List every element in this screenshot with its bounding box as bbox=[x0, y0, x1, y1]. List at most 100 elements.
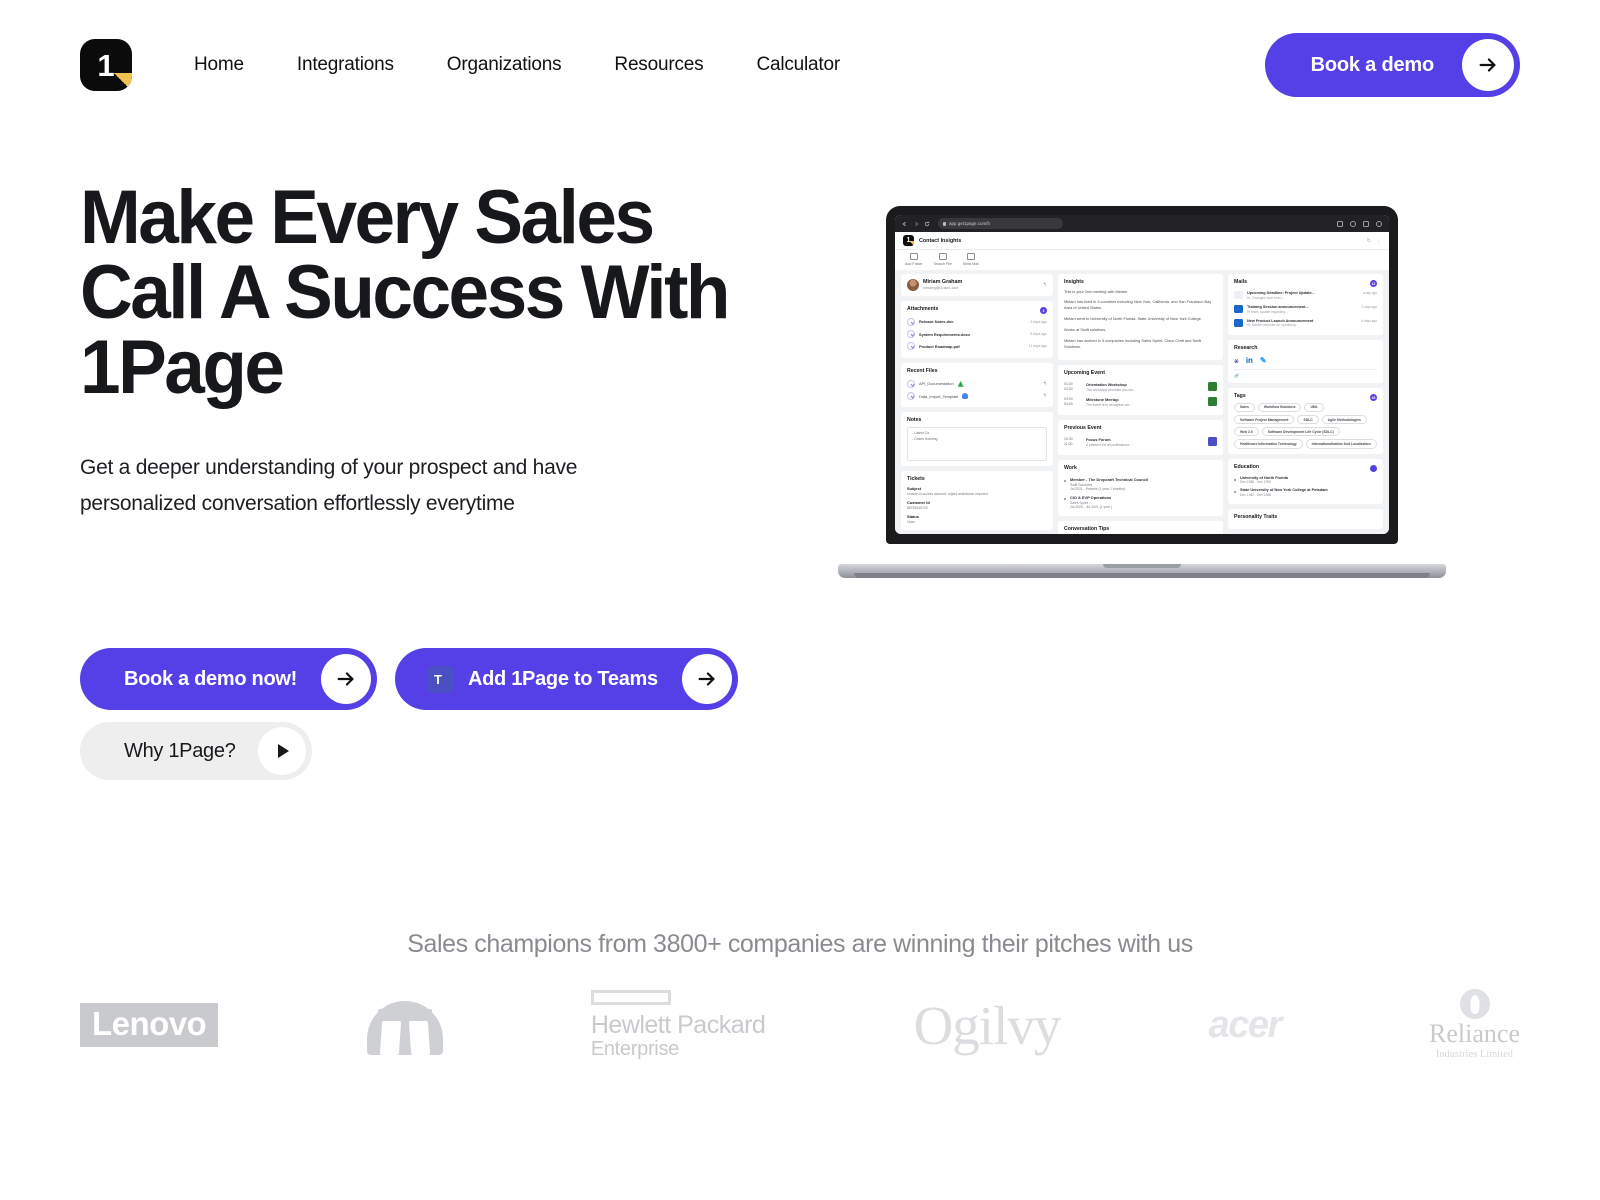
status-label: Status bbox=[907, 513, 919, 519]
tags-badge: 43 bbox=[1370, 394, 1377, 402]
search-file-tool[interactable]: Search File bbox=[934, 253, 952, 266]
app-title: Contact Insights bbox=[919, 237, 962, 244]
tag-chip[interactable]: Agile Methodologies bbox=[1321, 415, 1367, 425]
tag-chip[interactable]: Healthcare Information Technology bbox=[1234, 439, 1303, 449]
send-mail-tool[interactable]: Send Mail bbox=[963, 253, 979, 266]
tag-chip[interactable]: Software Project Management bbox=[1234, 415, 1295, 425]
work-body: CIO & EVP Operations Sales Sprint Jul 20… bbox=[1070, 495, 1112, 509]
nav-item-resources[interactable]: Resources bbox=[614, 54, 703, 76]
download-icon bbox=[907, 330, 915, 339]
book-a-demo-now-button[interactable]: Book a demo now! bbox=[80, 648, 377, 710]
tag-chip[interactable]: UML bbox=[1304, 402, 1324, 413]
mail-subject: Upcoming Deadline: Project Update... bbox=[1247, 291, 1315, 295]
nav-item-integrations[interactable]: Integrations bbox=[297, 54, 394, 76]
list-item[interactable]: Data_Import_Template ↰ bbox=[907, 390, 1047, 402]
list-item[interactable]: Upcoming Deadline: Project Update... Hi,… bbox=[1234, 289, 1377, 303]
list-item[interactable]: Product Roadmap.pdf 11 days ago bbox=[907, 340, 1047, 352]
insight-paragraph: Works at Swift solutions. bbox=[1064, 326, 1107, 332]
notes-title: Notes bbox=[907, 417, 922, 424]
send-mail-label: Send Mail bbox=[962, 261, 979, 266]
play-icon bbox=[257, 727, 306, 775]
add-folder-label: Add Folder bbox=[905, 261, 923, 266]
attachments-badge: 3 bbox=[1040, 307, 1047, 314]
school-name: University of North Florida bbox=[1240, 475, 1288, 480]
file-name: API_Documentation bbox=[919, 381, 954, 387]
arrow-right-icon bbox=[320, 654, 371, 704]
why-1page-button[interactable]: Why 1Page? bbox=[80, 722, 312, 780]
nav-links: Home Integrations Organizations Resource… bbox=[194, 54, 840, 76]
insight-paragraph: Miriam has lived in 3 countries includin… bbox=[1064, 299, 1212, 311]
tag-chip[interactable]: Web 2.0 bbox=[1234, 427, 1259, 437]
tag-chip[interactable]: Workflow Solutions bbox=[1257, 402, 1302, 413]
add-1page-to-teams-button[interactable]: T Add 1Page to Teams bbox=[394, 648, 738, 710]
download-icon bbox=[907, 379, 915, 388]
education-header: Education bbox=[1234, 464, 1377, 474]
insight-paragraph: Miriam went to University of North Flori… bbox=[1064, 316, 1202, 322]
previous-event-title: Previous Event bbox=[1064, 424, 1102, 431]
url-text: app.get1page.com/h bbox=[949, 221, 990, 226]
event-body: Milestone Meetup The event is to recogni… bbox=[1086, 397, 1203, 407]
browser-toolbar: app.get1page.com/h bbox=[895, 215, 1389, 232]
share-icon[interactable]: ↰ bbox=[1043, 282, 1047, 288]
insights-title: Insights bbox=[1064, 278, 1084, 285]
school-dates: Dec 1982 - Dec 1986 bbox=[1240, 493, 1272, 498]
app-header-actions: ↻ ⋮ bbox=[1367, 238, 1381, 244]
list-item[interactable]: System Requirements.docx 5 days ago bbox=[907, 328, 1047, 340]
file-search-icon bbox=[938, 253, 947, 260]
install-icon bbox=[1337, 220, 1343, 227]
nav-item-home[interactable]: Home bbox=[194, 54, 244, 76]
work-role: CIO & EVP Operations bbox=[1070, 495, 1112, 501]
work-body: Member - The Dropcraft Technical Council… bbox=[1070, 477, 1148, 491]
lenovo-wordmark: Lenovo bbox=[80, 1003, 219, 1047]
logo-acer: acer bbox=[1209, 990, 1283, 1060]
linkedin-icon[interactable]: in bbox=[1246, 356, 1253, 365]
list-item[interactable]: New Product Launch Announcement Hi, Gent… bbox=[1234, 316, 1377, 330]
meet-app-icon bbox=[1208, 396, 1217, 406]
personality-traits-card: Personality Traits bbox=[1228, 509, 1383, 530]
event-item[interactable]: 10:30 11:00 Focus Forum A platform for a… bbox=[1064, 435, 1217, 450]
search-icon bbox=[1350, 220, 1356, 227]
list-item[interactable]: API_Documentation ↰ bbox=[907, 378, 1047, 390]
recent-files-card: Recent Files API_Documentation ↰ Data_Im… bbox=[901, 362, 1053, 408]
list-item[interactable]: Training Session announcement... Hi team… bbox=[1234, 302, 1377, 316]
tata-icon bbox=[366, 995, 443, 1055]
hpe-rect-icon bbox=[590, 989, 671, 1005]
event-item[interactable]: 03:00 04:00 Milestone Meetup The event i… bbox=[1064, 395, 1217, 410]
mail-body: Training Session announcement... Hi team… bbox=[1247, 305, 1309, 314]
tag-chip[interactable]: Software Development Life Cycle (SDLC) bbox=[1261, 427, 1340, 437]
file-name: System Requirements.docx bbox=[919, 331, 971, 337]
work-item: CIO & EVP Operations Sales Sprint Jul 20… bbox=[1064, 493, 1217, 511]
work-company: Sales Sprint bbox=[1070, 500, 1089, 505]
crunchbase-icon[interactable]: ⚹ bbox=[1234, 356, 1239, 365]
tag-chip[interactable]: Sales bbox=[1234, 402, 1255, 413]
personality-traits-title: Personality Traits bbox=[1234, 514, 1278, 521]
back-icon bbox=[902, 221, 906, 226]
add-folder-tool[interactable]: Add Folder bbox=[905, 253, 923, 266]
notes-textarea[interactable]: - Latest Co: - Cases teaming bbox=[907, 427, 1047, 462]
twitter-icon[interactable]: ✎ bbox=[1260, 356, 1267, 365]
laptop-base-foot bbox=[854, 573, 1430, 578]
address-bar[interactable]: app.get1page.com/h bbox=[938, 218, 1063, 229]
mail-body: Upcoming Deadline: Project Update... Hi,… bbox=[1247, 291, 1315, 300]
research-link-row[interactable]: 🔗 bbox=[1234, 368, 1377, 378]
why-1page-label: Why 1Page? bbox=[124, 739, 236, 762]
nav-item-organizations[interactable]: Organizations bbox=[447, 54, 562, 76]
mails-header: Mails 12 bbox=[1234, 279, 1377, 289]
more-icon: ⋮ bbox=[1376, 237, 1381, 244]
nav-item-calculator[interactable]: Calculator bbox=[756, 54, 840, 76]
share-icon[interactable]: ↰ bbox=[1043, 381, 1047, 387]
tag-chip[interactable]: Internationalization And Localization bbox=[1305, 439, 1377, 449]
download-icon bbox=[907, 392, 915, 401]
tickets-card: Tickets Subject Unable to access account… bbox=[901, 471, 1053, 530]
left-column: Miriam Graham miriamg@1use1.one ↰ Attach… bbox=[901, 273, 1053, 531]
tag-chip[interactable]: SDLC bbox=[1297, 415, 1319, 425]
avatar bbox=[907, 278, 919, 291]
event-item[interactable]: 01:30 02:00 Orientation Workshop The wor… bbox=[1064, 380, 1217, 395]
list-item[interactable]: Release Notes.doc 3 days ago bbox=[907, 316, 1047, 328]
book-a-demo-button[interactable]: Book a demo bbox=[1264, 33, 1520, 97]
event-desc: A platform for all professiona... bbox=[1086, 442, 1132, 447]
laptop-lid: app.get1page.com/h 1 Contact Insights bbox=[886, 206, 1398, 544]
share-icon[interactable]: ↰ bbox=[1043, 393, 1047, 399]
brand-logo[interactable]: 1 bbox=[80, 39, 132, 91]
laptop-screen: app.get1page.com/h 1 Contact Insights bbox=[895, 215, 1389, 534]
